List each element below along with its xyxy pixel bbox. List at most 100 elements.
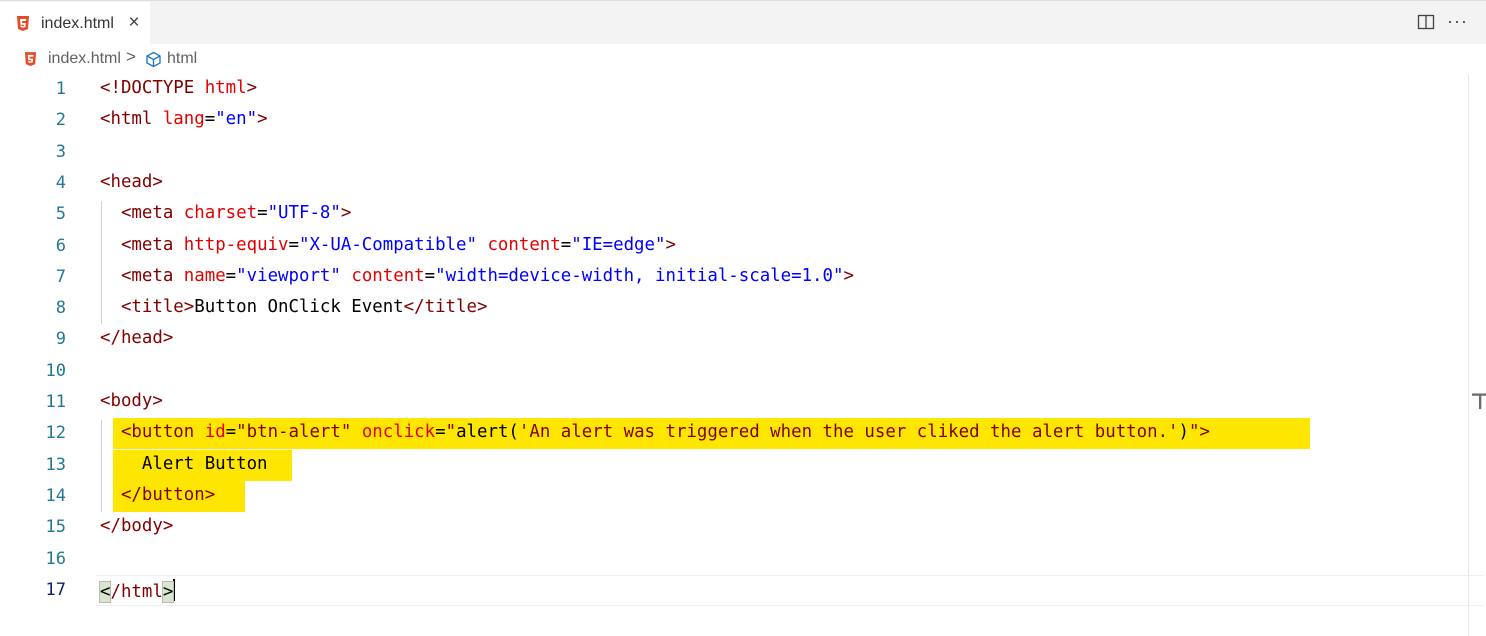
line-number: 11	[45, 392, 66, 412]
breadcrumb: index.html > html	[0, 44, 1486, 74]
code-token: "viewport"	[236, 265, 341, 286]
code-text[interactable]: <meta name="viewport" content="width=dev…	[100, 266, 854, 286]
breadcrumb-file[interactable]: index.html	[48, 50, 121, 68]
code-token: >	[340, 203, 352, 224]
code-text[interactable]: <meta http-equiv="X-UA-Compatible" conte…	[100, 235, 676, 255]
code-line[interactable]: 17 </html>	[0, 574, 1486, 606]
code-token: Alert Button	[100, 453, 268, 474]
code-line[interactable]: 1 <!DOCTYPE html>	[0, 74, 1486, 105]
code-text[interactable]: <body>	[100, 391, 163, 411]
code-text[interactable]: </button>	[100, 485, 215, 505]
tab-index-html[interactable]: index.html ×	[0, 2, 150, 45]
code-text[interactable]: <!DOCTYPE html>	[100, 78, 257, 98]
code-line[interactable]: 12 <button id="btn-alert" onclick="alert…	[0, 418, 1486, 450]
code-text[interactable]: </html>	[98, 578, 176, 603]
code-line[interactable]: 15 </body>	[0, 512, 1486, 543]
line-number: 15	[45, 517, 66, 538]
code-token: <title>	[120, 297, 195, 318]
code-line[interactable]: 10	[0, 356, 1486, 387]
code-line[interactable]: 6 <meta http-equiv="X-UA-Compatible" con…	[0, 231, 1486, 262]
code-token: "en"	[215, 109, 258, 130]
line-number: 13	[45, 454, 66, 475]
code-token: >	[843, 265, 854, 286]
code-token: =	[225, 265, 237, 286]
code-line[interactable]: 7 <meta name="viewport" content="width=d…	[0, 262, 1486, 293]
code-token: "width=device-width, initial-scale=1.0"	[435, 265, 844, 286]
code-token: </title>	[403, 297, 488, 318]
line-number: 8	[55, 298, 66, 319]
split-editor-icon[interactable]	[1417, 13, 1435, 36]
code-token: "btn-alert"	[236, 422, 352, 443]
code-text[interactable]: <html lang="en">	[100, 109, 268, 129]
chevron-right-icon: >	[126, 47, 136, 66]
code-line[interactable]: 3	[0, 137, 1486, 168]
code-text[interactable]: <title>Button OnClick Event</title>	[100, 297, 487, 317]
code-token: charset	[183, 203, 258, 224]
code-token: </head>	[100, 328, 174, 349]
code-token: "	[445, 422, 457, 443]
cube-icon	[145, 51, 162, 73]
code-line[interactable]: 2 <html lang="en">	[0, 105, 1486, 136]
text-cursor	[173, 578, 176, 601]
code-token: </button>	[120, 484, 216, 505]
code-token: ">	[1189, 422, 1210, 443]
more-actions-icon[interactable]: ···	[1447, 11, 1468, 32]
code-line[interactable]: 16	[0, 544, 1486, 575]
code-token: alert(	[456, 422, 519, 443]
code-text[interactable]: <meta charset="UTF-8">	[100, 203, 351, 223]
code-token: <meta	[120, 265, 184, 286]
line-number: 16	[45, 548, 66, 569]
code-line[interactable]: 4 <head>	[0, 168, 1486, 199]
code-text[interactable]: </body>	[100, 516, 173, 536]
code-text[interactable]: Alert Button	[100, 454, 268, 474]
code-token: =	[424, 265, 436, 286]
code-line[interactable]: 8 <title>Button OnClick Event</title>	[0, 293, 1486, 324]
breadcrumb-symbol[interactable]: html	[167, 50, 197, 68]
close-icon[interactable]: ×	[124, 12, 144, 34]
line-number: 10	[45, 360, 66, 381]
line-number: 2	[55, 110, 66, 131]
code-token: <!DOCTYPE	[100, 78, 205, 98]
html5-icon	[24, 52, 37, 72]
line-number: 7	[55, 266, 66, 287]
code-line[interactable]: 9 </head>	[0, 324, 1486, 355]
code-line[interactable]: 13 Alert Button	[0, 449, 1486, 481]
code-token: <body>	[100, 391, 163, 411]
code-token: </body>	[100, 516, 174, 537]
code-token: "X-UA-Compatible"	[298, 234, 477, 255]
code-token: "IE=edge"	[571, 234, 666, 255]
code-editor[interactable]: ⊤ 1 <!DOCTYPE html> 2 <html lang="en"> 3 4 <he…	[0, 74, 1486, 636]
line-number: 5	[55, 204, 66, 225]
code-token: content	[487, 234, 561, 255]
code-token: http-equiv	[183, 234, 289, 255]
line-number: 1	[55, 79, 66, 99]
code-token: >	[665, 234, 676, 255]
code-line[interactable]: 14 </button>	[0, 480, 1486, 512]
code-token: 'An alert was triggered when the user cl…	[518, 422, 1179, 443]
line-number: 9	[55, 329, 66, 350]
code-token: =	[288, 234, 299, 255]
code-token: =	[560, 234, 572, 255]
code-token: )	[1178, 422, 1190, 443]
tab-label: index.html	[41, 15, 114, 32]
code-line[interactable]: 5 <meta charset="UTF-8">	[0, 199, 1486, 230]
code-token: <	[98, 580, 112, 603]
code-text[interactable]: <head>	[100, 172, 163, 192]
code-token: =	[225, 422, 237, 443]
code-token: id	[204, 422, 226, 443]
code-token: "UTF-8"	[267, 203, 341, 224]
code-token: <head>	[100, 171, 163, 192]
code-token: html	[204, 78, 247, 98]
code-text[interactable]: <button id="btn-alert" onclick="alert('A…	[100, 422, 1210, 442]
code-token: >	[161, 580, 175, 603]
code-token: <button	[120, 422, 205, 443]
code-text[interactable]: </head>	[100, 328, 173, 348]
code-line[interactable]: 11 <body>	[0, 387, 1486, 418]
code-token: >	[257, 109, 268, 130]
